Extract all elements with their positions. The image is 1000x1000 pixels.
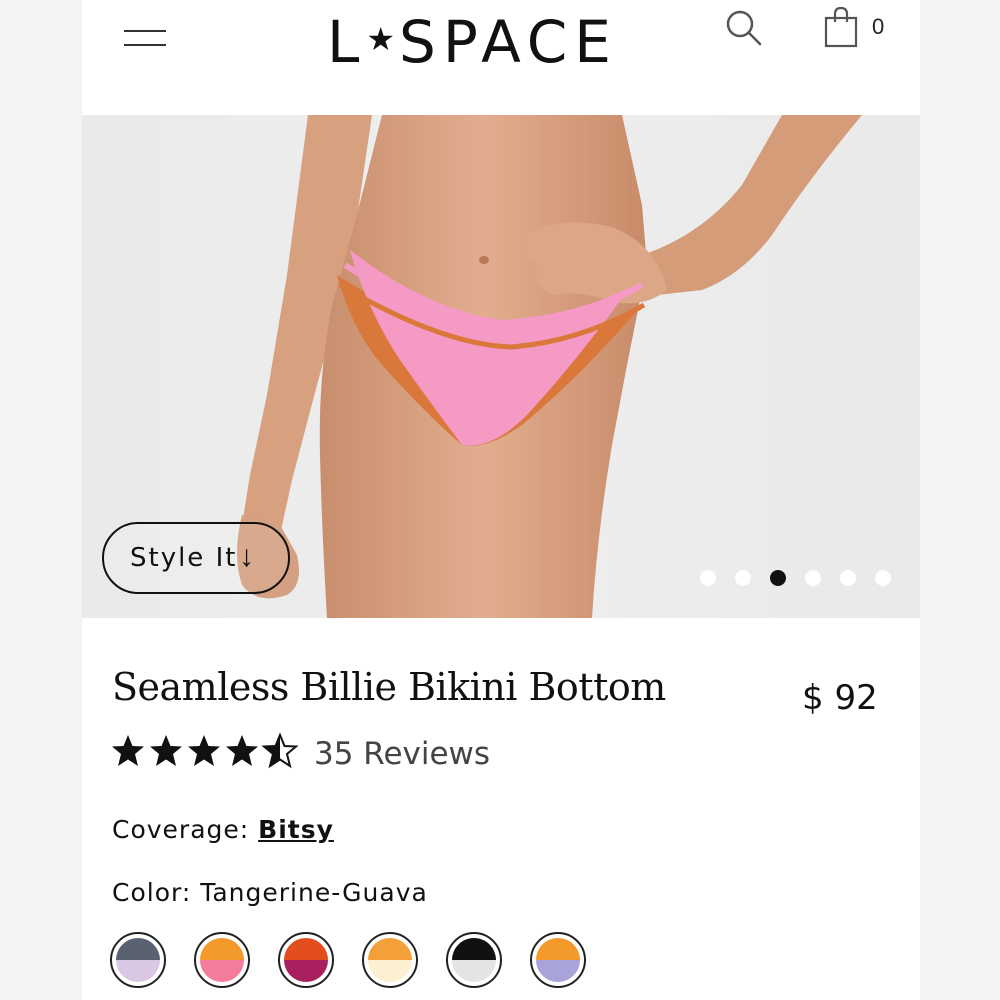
- carousel-dot[interactable]: [735, 570, 751, 586]
- page-margin-left: [0, 0, 82, 1000]
- brand-logo[interactable]: L★SPACE: [327, 2, 657, 76]
- carousel-pagination: [700, 570, 900, 590]
- coverage-value-link[interactable]: Bitsy: [258, 815, 334, 844]
- color-swatch[interactable]: [194, 932, 250, 988]
- shopping-bag-icon[interactable]: [824, 6, 858, 48]
- carousel-dot[interactable]: [875, 570, 891, 586]
- color-swatches: [110, 932, 610, 990]
- carousel-dot[interactable]: [840, 570, 856, 586]
- swatch-fill: [452, 938, 496, 982]
- carousel-dot-active[interactable]: [770, 570, 786, 586]
- swatch-fill: [116, 938, 160, 982]
- style-it-button[interactable]: Style It ↓: [102, 522, 290, 594]
- color-swatch[interactable]: [530, 932, 586, 988]
- color-swatch[interactable]: [110, 932, 166, 988]
- arrow-down-icon: ↓: [239, 540, 254, 573]
- menu-icon[interactable]: [120, 24, 170, 54]
- search-icon[interactable]: [724, 8, 764, 48]
- star-icon: [226, 735, 258, 766]
- color-row: Color: Tangerine-Guava: [112, 878, 428, 907]
- coverage-label: Coverage:: [112, 815, 250, 844]
- product-page: L★SPACE 0 Style It ↓ Seamless Billie Bik…: [82, 0, 920, 1000]
- color-swatch[interactable]: [362, 932, 418, 988]
- style-it-label: Style It: [130, 543, 238, 573]
- logo-letter-l: L: [327, 8, 367, 76]
- color-swatch[interactable]: [278, 932, 334, 988]
- color-label: Color:: [112, 878, 192, 907]
- product-image-carousel[interactable]: Style It ↓: [82, 115, 920, 618]
- logo-star: ★: [366, 20, 400, 58]
- product-price: $ 92: [802, 678, 878, 718]
- rating-stars: [112, 734, 297, 767]
- logo-word-space: SPACE: [399, 8, 618, 76]
- swatch-fill: [368, 938, 412, 982]
- star-icon: [188, 735, 220, 766]
- swatch-fill: [284, 938, 328, 982]
- star-icon: [112, 735, 144, 766]
- carousel-dot[interactable]: [700, 570, 716, 586]
- color-value: Tangerine-Guava: [200, 878, 428, 907]
- color-swatch[interactable]: [446, 932, 502, 988]
- half-star-icon: [263, 734, 297, 767]
- page-margin-right: [920, 0, 1000, 1000]
- star-icon: [150, 735, 182, 766]
- reviews-link[interactable]: 35 Reviews: [314, 736, 490, 772]
- cart-count: 0: [872, 14, 885, 39]
- coverage-row: Coverage: Bitsy: [112, 815, 334, 844]
- product-title: Seamless Billie Bikini Bottom: [112, 665, 666, 709]
- site-header: L★SPACE 0: [82, 0, 920, 115]
- carousel-dot[interactable]: [805, 570, 821, 586]
- swatch-fill: [536, 938, 580, 982]
- swatch-fill: [200, 938, 244, 982]
